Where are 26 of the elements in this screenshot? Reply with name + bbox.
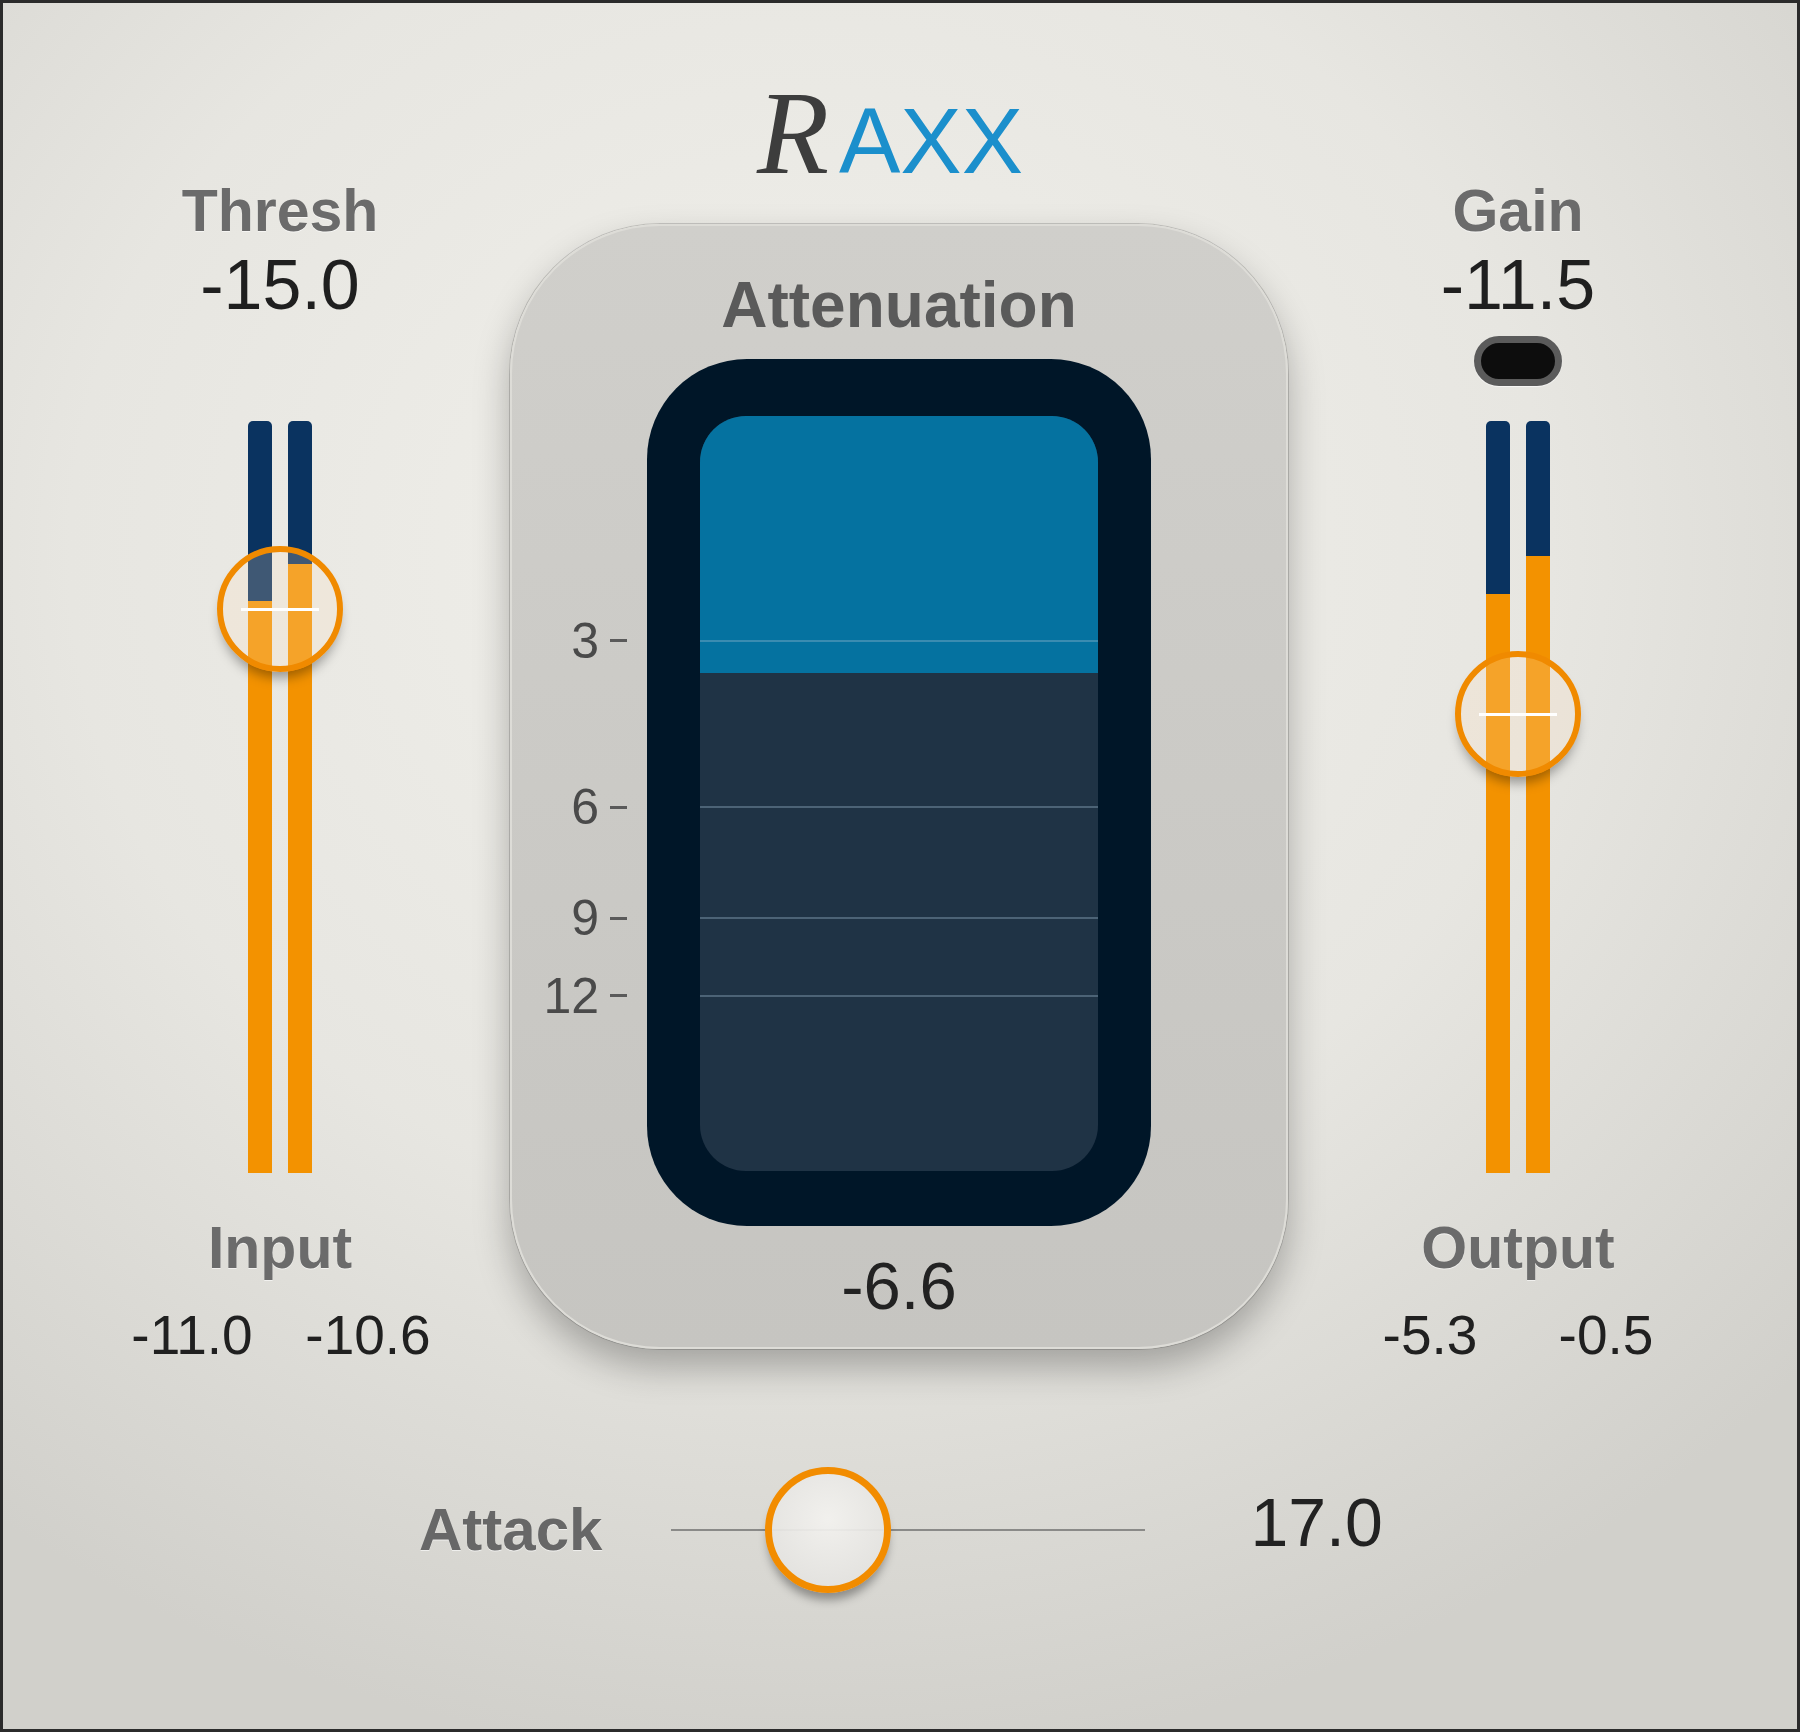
scale-tick xyxy=(610,994,627,998)
slider-value: 17.0 xyxy=(1250,1488,1383,1556)
fader-value: -15.0 xyxy=(200,250,360,320)
scale-tick xyxy=(610,805,627,809)
meter-reading: -0.5 xyxy=(1558,1304,1654,1366)
meter-reading: -6.6 xyxy=(841,1252,957,1319)
meter-label: Output xyxy=(1421,1219,1615,1278)
gain-fader[interactable] xyxy=(1455,421,1581,1173)
scale-label: 6 xyxy=(571,782,599,833)
threshold-fader[interactable] xyxy=(217,421,343,1173)
meter-title: Attenuation xyxy=(721,273,1077,337)
slider-label: Attack xyxy=(419,1500,603,1560)
scale-tick xyxy=(610,639,627,643)
meter-reading: -10.6 xyxy=(305,1304,431,1366)
meter-reading: -11.0 xyxy=(131,1304,253,1366)
scale-label: 9 xyxy=(571,893,599,944)
scale-label: 12 xyxy=(543,970,599,1021)
scale-tick xyxy=(610,916,627,920)
fader-label: Gain xyxy=(1452,182,1584,241)
meter-label: Input xyxy=(207,1219,353,1278)
scale-label: 3 xyxy=(571,616,599,666)
logo: RAXX xyxy=(756,81,1025,178)
meter-reading: -5.3 xyxy=(1382,1304,1478,1366)
fader-value: -11.5 xyxy=(1440,250,1596,320)
toggle-button[interactable] xyxy=(1474,336,1562,386)
fader-label: Thresh xyxy=(181,182,379,241)
